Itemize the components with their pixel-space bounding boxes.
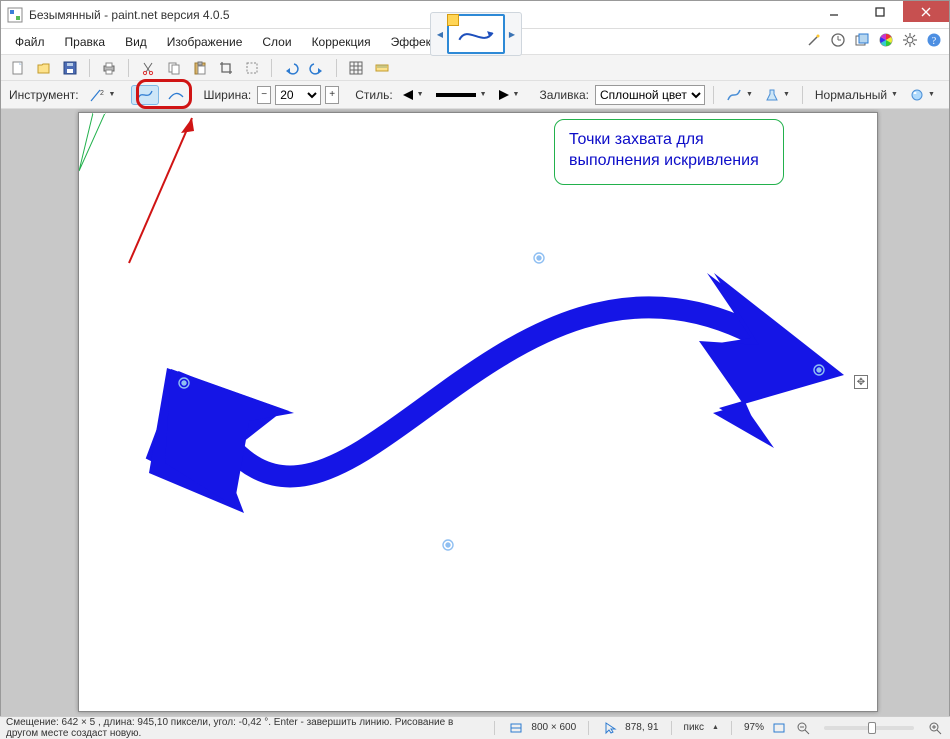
width-label: Ширина: <box>203 88 251 102</box>
menu-adjustments[interactable]: Коррекция <box>302 32 381 52</box>
separator <box>588 721 589 735</box>
tool-label: Инструмент: <box>9 88 79 102</box>
canvas-size-icon <box>507 719 525 737</box>
separator <box>336 59 337 77</box>
redo-icon[interactable] <box>306 57 328 79</box>
cursor-pos-icon <box>601 719 619 737</box>
menu-edit[interactable]: Правка <box>55 32 116 52</box>
blend-mode-select[interactable]: Нормальный▼ <box>811 85 902 105</box>
separator <box>128 59 129 77</box>
wand-icon[interactable] <box>805 31 823 49</box>
spline-mode-button[interactable] <box>131 85 159 105</box>
style-label: Стиль: <box>355 88 392 102</box>
image-list-panel: ◀ ▶ <box>430 12 522 56</box>
units-dropdown-arrow[interactable]: ▲ <box>712 724 719 731</box>
zoom-text[interactable]: 97% <box>744 722 764 733</box>
width-select[interactable]: 20 <box>275 85 321 105</box>
utility-icons: ? <box>805 31 943 49</box>
new-file-icon[interactable] <box>7 57 29 79</box>
workspace: Точки захвата для выполнения искривления… <box>1 109 949 717</box>
units-text[interactable]: пикс <box>684 722 705 733</box>
minimize-button[interactable] <box>811 1 857 22</box>
fill-label: Заливка: <box>539 88 589 102</box>
antialias-button[interactable]: ▼ <box>722 85 757 105</box>
gear-icon[interactable] <box>901 31 919 49</box>
blend-mode-label: Нормальный <box>815 88 887 102</box>
line-tool-selector[interactable]: 2 ▼ <box>85 85 120 105</box>
separator <box>271 59 272 77</box>
window-title: Безымянный - paint.net версия 4.0.5 <box>29 8 230 22</box>
main-toolbar <box>1 55 949 81</box>
separator <box>802 86 803 104</box>
menu-view[interactable]: Вид <box>115 32 157 52</box>
open-icon[interactable] <box>33 57 55 79</box>
image-thumbnail[interactable] <box>447 14 505 54</box>
selection-mode-button[interactable]: ▼ <box>906 85 939 105</box>
move-handle-icon[interactable]: ✥ <box>854 375 868 389</box>
app-icon <box>7 7 23 23</box>
close-button[interactable] <box>903 1 949 22</box>
copy-icon[interactable] <box>163 57 185 79</box>
separator <box>671 721 672 735</box>
clock-icon[interactable] <box>829 31 847 49</box>
maximize-button[interactable] <box>857 1 903 22</box>
layers-icon[interactable] <box>853 31 871 49</box>
line-tool-icon: 2 <box>89 87 105 103</box>
tool-options-bar: Инструмент: 2 ▼ Ширина: − 20 + Стиль: ▼ … <box>1 81 949 109</box>
zoom-slider[interactable] <box>824 726 914 730</box>
undo-icon[interactable] <box>280 57 302 79</box>
callout-text: Точки захвата для выполнения искривления <box>569 131 759 169</box>
svg-text:?: ? <box>932 36 937 47</box>
callout-tail <box>79 113 109 173</box>
style-dash[interactable]: ▼ <box>432 85 491 105</box>
zoom-window-icon[interactable] <box>770 719 788 737</box>
save-icon[interactable] <box>59 57 81 79</box>
grid-icon[interactable] <box>345 57 367 79</box>
separator <box>494 721 495 735</box>
image-list-left-arrow[interactable]: ◀ <box>435 14 445 54</box>
image-list-right-arrow[interactable]: ▶ <box>507 14 517 54</box>
crop-icon[interactable] <box>215 57 237 79</box>
ruler-icon[interactable] <box>371 57 393 79</box>
menu-image[interactable]: Изображение <box>157 32 253 52</box>
cut-icon[interactable] <box>137 57 159 79</box>
separator <box>89 59 90 77</box>
window-controls <box>811 1 949 22</box>
canvas[interactable]: Точки захвата для выполнения искривления… <box>78 112 878 712</box>
callout-annotation: Точки захвата для выполнения искривления <box>554 119 784 185</box>
color-wheel-icon[interactable] <box>877 31 895 49</box>
bezier-icon <box>167 87 185 103</box>
width-increment-button[interactable]: + <box>325 86 339 104</box>
deselect-icon[interactable] <box>241 57 263 79</box>
style-end-cap[interactable]: ▼ <box>495 85 524 105</box>
sampling-button[interactable]: ▼ <box>761 85 794 105</box>
menu-layers[interactable]: Слои <box>252 32 301 52</box>
flask-icon <box>765 88 779 102</box>
separator <box>731 721 732 735</box>
cursor-pos-text: 878, 91 <box>625 722 658 733</box>
paste-icon[interactable] <box>189 57 211 79</box>
zoom-in-icon[interactable] <box>926 719 944 737</box>
zoom-slider-thumb[interactable] <box>868 722 876 734</box>
status-hint: Смещение: 642 × 5 , длина: 945,10 пиксел… <box>6 717 482 739</box>
bezier-mode-button[interactable] <box>163 85 189 105</box>
spline-icon <box>136 87 154 103</box>
antialias-icon <box>726 87 742 103</box>
canvas-size-text: 800 × 600 <box>531 722 576 733</box>
separator <box>713 86 714 104</box>
svg-text:2: 2 <box>100 90 104 97</box>
print-icon[interactable] <box>98 57 120 79</box>
width-decrement-button[interactable]: − <box>257 86 271 104</box>
statusbar: Смещение: 642 × 5 , длина: 945,10 пиксел… <box>0 716 950 738</box>
annotation-arrow <box>89 109 289 303</box>
help-icon[interactable]: ? <box>925 31 943 49</box>
sphere-icon <box>910 88 924 102</box>
menu-file[interactable]: Файл <box>5 32 55 52</box>
fill-select[interactable]: Сплошной цвет <box>595 85 705 105</box>
zoom-out-icon[interactable] <box>794 719 812 737</box>
style-start-cap[interactable]: ▼ <box>399 85 428 105</box>
